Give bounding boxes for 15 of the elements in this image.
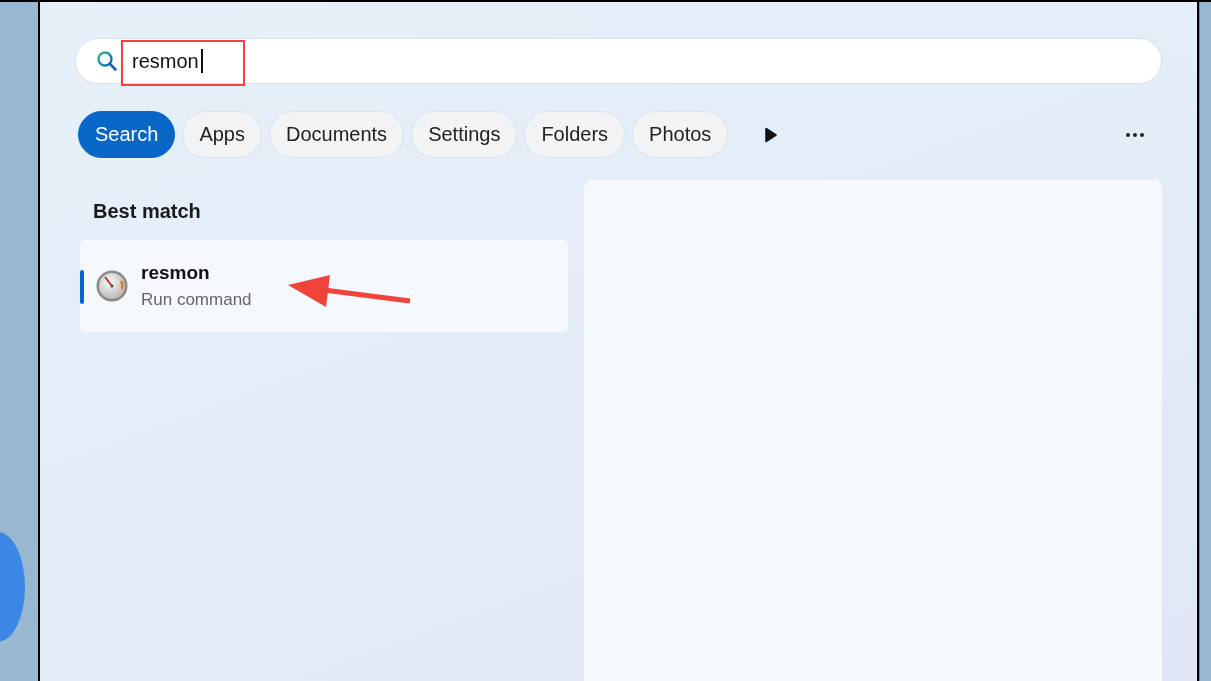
search-input[interactable]: resmon — [126, 49, 202, 73]
more-options-icon[interactable] — [1125, 131, 1145, 138]
gauge-icon — [95, 269, 129, 303]
result-item[interactable]: resmon Run command — [80, 240, 568, 332]
filter-tab[interactable]: Settings — [411, 111, 518, 158]
result-subtitle: Run command — [141, 290, 252, 310]
section-heading: Best match — [93, 200, 202, 224]
filter-tab[interactable]: Folders — [524, 111, 626, 158]
filter-tab[interactable]: Documents — [268, 111, 405, 158]
filter-tab[interactable]: Apps — [182, 111, 262, 158]
scroll-right-icon[interactable] — [765, 126, 778, 143]
filter-tab[interactable]: Search — [78, 111, 176, 158]
search-icon — [96, 50, 118, 72]
result-title: resmon — [141, 262, 211, 284]
filter-tab[interactable]: Photos — [632, 111, 729, 158]
